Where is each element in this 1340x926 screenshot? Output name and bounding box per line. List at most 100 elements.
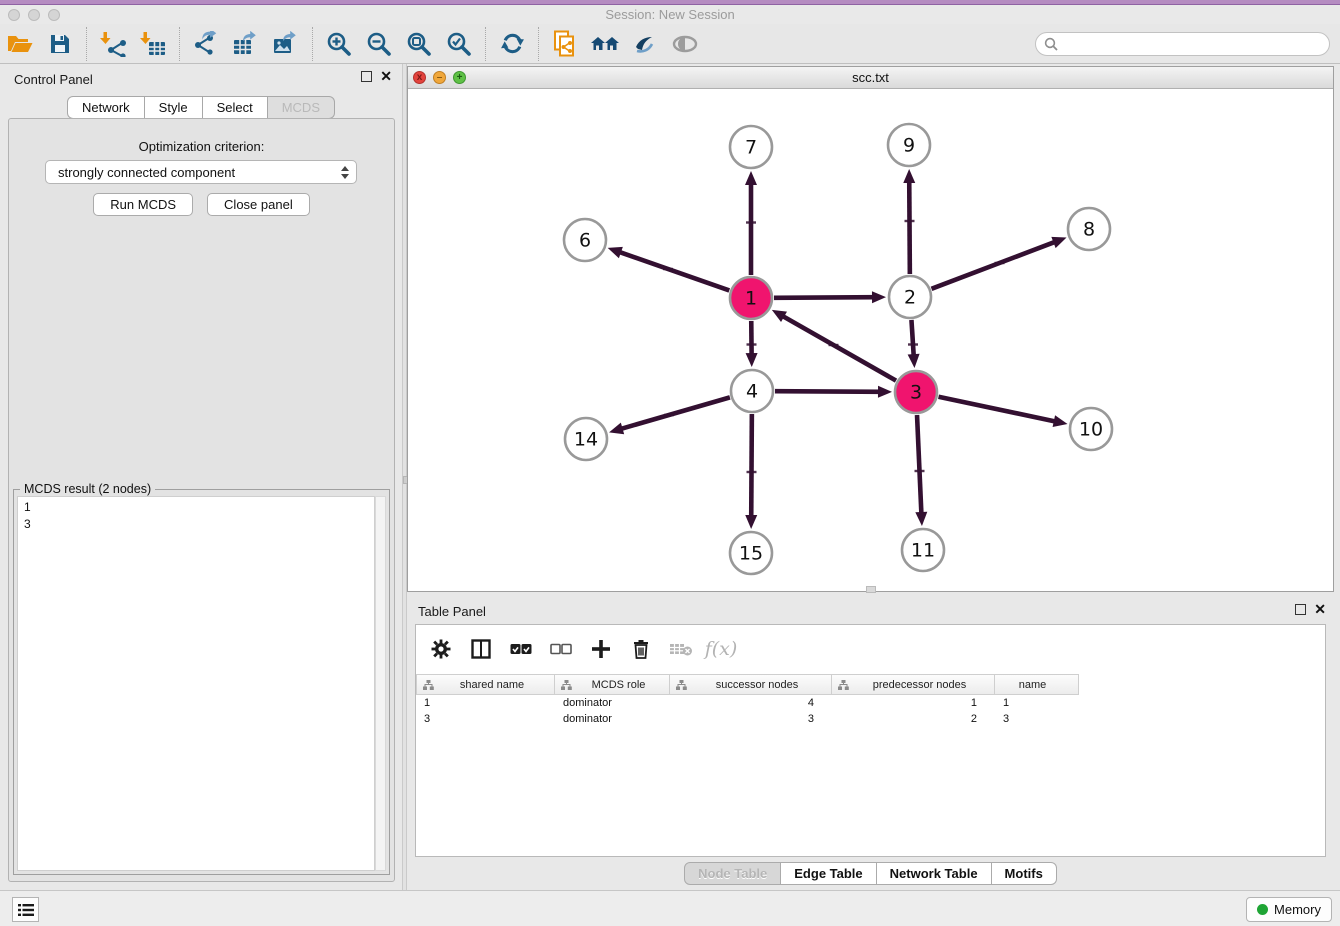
arrowhead-3-11	[915, 512, 927, 526]
zoom-in-icon[interactable]	[319, 26, 359, 62]
column-type-icon	[676, 680, 687, 690]
export-network-icon[interactable]	[186, 26, 226, 62]
task-history-button[interactable]	[12, 897, 39, 922]
arrowhead-2-3	[908, 354, 920, 368]
node-label-4: 4	[746, 381, 758, 403]
optimization-criterion-select[interactable]: strongly connected component	[45, 160, 357, 184]
float-table-panel-icon[interactable]	[1295, 604, 1306, 615]
table-rows: 1dominator4113dominator323	[416, 695, 1325, 727]
tab-select[interactable]: Select	[203, 96, 268, 119]
column-header-predecessor-nodes[interactable]: predecessor nodes	[832, 674, 995, 695]
table-row-1[interactable]: 1dominator411	[416, 695, 1325, 711]
column-header-name[interactable]: name	[995, 674, 1079, 695]
edge-1-2[interactable]	[774, 297, 876, 298]
import-table-icon[interactable]	[133, 26, 173, 62]
cell-predecessor-nodes[interactable]: 2	[832, 711, 995, 727]
tab-motifs[interactable]: Motifs	[992, 862, 1057, 885]
deselect-all-columns-icon[interactable]	[548, 636, 574, 662]
memory-button[interactable]: Memory	[1246, 897, 1332, 922]
control-panel: Control Panel ✕ NetworkStyleSelectMCDS O…	[0, 64, 402, 890]
column-header-successor-nodes[interactable]: successor nodes	[670, 674, 832, 695]
close-panel-icon[interactable]: ✕	[380, 71, 392, 82]
save-session-icon[interactable]	[40, 26, 80, 62]
tab-network-table[interactable]: Network Table	[877, 862, 992, 885]
table-header-row: shared nameMCDS role successor nodesprede…	[416, 674, 1079, 695]
close-panel-button[interactable]: Close panel	[207, 193, 310, 216]
column-header-shared-name[interactable]: shared name	[416, 674, 555, 695]
result-scrollbar[interactable]	[375, 496, 386, 871]
open-session-icon[interactable]	[0, 26, 40, 62]
add-column-icon[interactable]	[588, 636, 614, 662]
export-table-icon[interactable]	[226, 26, 266, 62]
column-type-icon	[423, 680, 434, 690]
zoom-selected-icon[interactable]	[439, 26, 479, 62]
horizontal-splitter-grip[interactable]	[866, 586, 876, 593]
tab-network[interactable]: Network	[67, 96, 145, 119]
edge-1-6[interactable]	[617, 251, 729, 290]
column-header-MCDS-role[interactable]: MCDS role	[555, 674, 670, 695]
zoom-out-icon[interactable]	[359, 26, 399, 62]
export-image-icon[interactable]	[266, 26, 306, 62]
zoom-fit-icon[interactable]	[399, 26, 439, 62]
edge-4-15[interactable]	[751, 414, 752, 519]
float-panel-icon[interactable]	[361, 71, 372, 82]
run-mcds-button[interactable]: Run MCDS	[93, 193, 193, 216]
edge-2-8[interactable]	[932, 241, 1058, 289]
mcds-result-list[interactable]: 1 3	[17, 496, 375, 871]
cell-name[interactable]: 3	[995, 711, 1079, 727]
edge-3-11[interactable]	[917, 415, 921, 516]
edge-3-1[interactable]	[781, 315, 896, 381]
delete-table-icon-disabled	[668, 636, 694, 662]
tab-node-table[interactable]: Node Table	[684, 862, 781, 885]
titlebar: Session: New Session	[0, 5, 1340, 24]
memory-label: Memory	[1274, 902, 1321, 917]
search-box[interactable]	[1035, 32, 1330, 56]
graphics-details-icon[interactable]	[625, 26, 665, 62]
stepper-arrows-icon	[340, 165, 350, 180]
edge-3-10[interactable]	[939, 397, 1058, 422]
table-row-2[interactable]: 3dominator323	[416, 711, 1325, 727]
gear-icon[interactable]	[428, 636, 454, 662]
clone-network-icon[interactable]	[545, 26, 585, 62]
search-input[interactable]	[1063, 34, 1329, 54]
edge-4-14[interactable]	[619, 397, 730, 429]
edge-2-9[interactable]	[909, 179, 910, 274]
arrowhead-3-10	[1053, 415, 1068, 427]
cell-name[interactable]: 1	[995, 695, 1079, 711]
delete-column-icon[interactable]	[628, 636, 654, 662]
home-icon[interactable]	[585, 26, 625, 62]
edge-4-3[interactable]	[775, 391, 882, 392]
refresh-icon[interactable]	[492, 26, 532, 62]
cell-successor-nodes[interactable]: 4	[670, 695, 832, 711]
mcds-result-title: MCDS result (2 nodes)	[20, 482, 155, 496]
edge-label-mark	[746, 221, 756, 223]
column-header-label: successor nodes	[691, 679, 831, 691]
network-graph[interactable]: 7968124314101511	[408, 89, 1333, 591]
cell-shared-name[interactable]: 1	[416, 695, 555, 711]
table-panel-tabs: Node TableEdge TableNetwork TableMotifs	[407, 862, 1334, 885]
edge-label-mark	[747, 471, 757, 473]
column-layout-icon[interactable]	[468, 636, 494, 662]
tab-edge-table[interactable]: Edge Table	[781, 862, 876, 885]
arrowhead-2-9	[903, 169, 915, 183]
node-label-14: 14	[574, 429, 598, 451]
control-panel-tabs: NetworkStyleSelectMCDS	[0, 96, 402, 119]
import-network-icon[interactable]	[93, 26, 133, 62]
cell-MCDS-role[interactable]: dominator	[555, 711, 670, 727]
cell-predecessor-nodes[interactable]: 1	[832, 695, 995, 711]
tab-mcds[interactable]: MCDS	[268, 96, 335, 119]
tab-style[interactable]: Style	[145, 96, 203, 119]
select-all-columns-icon[interactable]	[508, 636, 534, 662]
cell-MCDS-role[interactable]: dominator	[555, 695, 670, 711]
edge-2-3[interactable]	[911, 320, 913, 358]
edge-label-mark	[747, 343, 757, 345]
column-type-icon	[838, 680, 849, 690]
edge-label-mark	[826, 296, 836, 298]
network-window-titlebar[interactable]: x – + scc.txt	[408, 67, 1333, 89]
close-table-panel-icon[interactable]: ✕	[1314, 604, 1326, 615]
cell-successor-nodes[interactable]: 3	[670, 711, 832, 727]
cell-shared-name[interactable]: 3	[416, 711, 555, 727]
status-bar: Memory	[0, 890, 1340, 926]
network-canvas[interactable]: 7968124314101511	[408, 89, 1333, 591]
edge-label-mark	[915, 470, 925, 472]
